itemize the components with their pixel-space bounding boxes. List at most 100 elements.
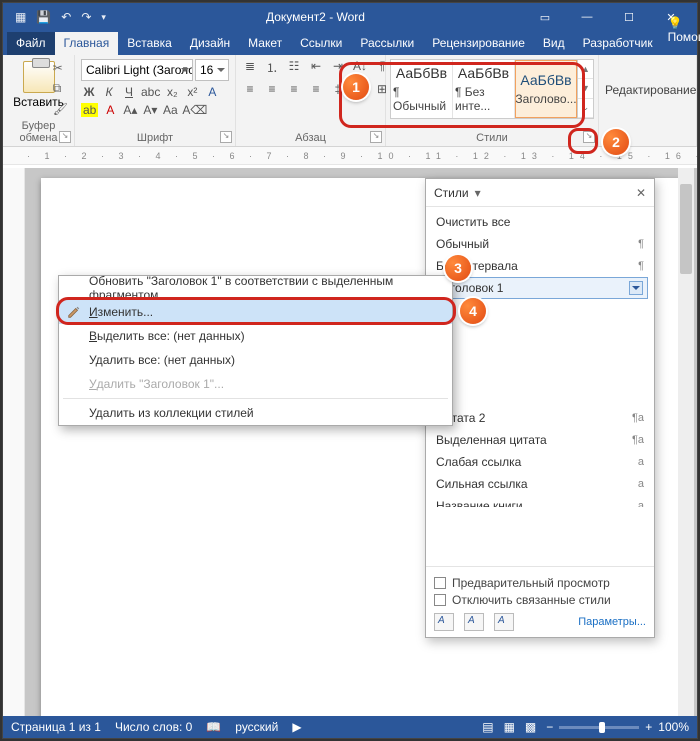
- save-icon[interactable]: 💾: [36, 10, 51, 24]
- preview-checkbox[interactable]: Предварительный просмотр: [434, 576, 646, 590]
- tab-insert[interactable]: Вставка: [118, 32, 181, 55]
- pane-options-icon[interactable]: ▾: [475, 186, 481, 200]
- maximize-icon[interactable]: ☐: [609, 3, 649, 31]
- minimize-icon[interactable]: —: [567, 3, 607, 31]
- align-right-button[interactable]: ≡: [286, 82, 302, 96]
- font-name-combo[interactable]: Calibri Light (Заголо: [81, 59, 193, 81]
- paragraph-dialog-launcher[interactable]: ↘: [370, 131, 382, 143]
- align-left-button[interactable]: ≡: [242, 82, 258, 96]
- ribbon-options-icon[interactable]: ▭: [525, 3, 565, 31]
- undo-icon[interactable]: ↶: [61, 10, 71, 24]
- tab-file[interactable]: Файл: [7, 32, 55, 55]
- font-size-combo[interactable]: 16: [195, 59, 229, 81]
- multilevel-button[interactable]: ☷: [286, 59, 302, 76]
- pane-close-icon[interactable]: ✕: [636, 186, 646, 200]
- zoom-slider[interactable]: [559, 726, 639, 729]
- tab-references[interactable]: Ссылки: [291, 32, 351, 55]
- cut-icon[interactable]: ✂: [53, 61, 68, 75]
- style-tile-heading1[interactable]: АаБбВв Заголово...: [515, 60, 577, 118]
- decrease-indent-button[interactable]: ⇤: [308, 59, 324, 76]
- vertical-ruler[interactable]: [3, 168, 25, 716]
- tab-view[interactable]: Вид: [534, 32, 574, 55]
- vertical-scrollbar[interactable]: [678, 168, 694, 716]
- highlight-button[interactable]: ab: [81, 103, 98, 117]
- redo-icon[interactable]: ↷: [81, 10, 91, 24]
- increase-indent-button[interactable]: ⇥: [330, 59, 346, 76]
- new-style-icon[interactable]: [434, 613, 454, 631]
- subscript-button[interactable]: x₂: [164, 85, 180, 99]
- tab-layout[interactable]: Макет: [239, 32, 291, 55]
- numbering-button[interactable]: ⒈: [264, 59, 280, 76]
- style-list-item[interactable]: Выделенная цитата¶a: [426, 429, 654, 451]
- styles-dialog-launcher[interactable]: ↘: [583, 131, 595, 143]
- context-menu-item[interactable]: Выделить все: (нет данных): [59, 324, 452, 348]
- scroll-thumb[interactable]: [680, 184, 692, 274]
- underline-button[interactable]: Ч: [121, 85, 137, 99]
- context-menu-item[interactable]: Удалить все: (нет данных): [59, 348, 452, 372]
- disable-linked-checkbox[interactable]: Отключить связанные стили: [434, 593, 646, 607]
- style-list-item[interactable]: Сильная ссылкаa: [426, 473, 654, 495]
- gallery-down-icon[interactable]: ▼: [578, 79, 593, 98]
- shrink-font-button[interactable]: A▾: [142, 103, 158, 117]
- editing-label[interactable]: Редактирование: [605, 83, 690, 97]
- clipboard-dialog-launcher[interactable]: ↘: [59, 131, 71, 143]
- status-spellcheck-icon[interactable]: 📖: [206, 720, 221, 734]
- tab-review[interactable]: Рецензирование: [423, 32, 534, 55]
- align-center-button[interactable]: ≡: [264, 82, 280, 96]
- bullets-button[interactable]: ≣: [242, 59, 258, 76]
- copy-icon[interactable]: ⧉: [53, 81, 68, 96]
- qat-more-icon[interactable]: ▾: [101, 12, 106, 23]
- font-color-button[interactable]: A: [102, 103, 118, 117]
- context-menu-item[interactable]: Изменить...: [59, 300, 452, 324]
- zoom-value[interactable]: 100%: [658, 720, 689, 734]
- style-inspector-icon[interactable]: [464, 613, 484, 631]
- context-menu-item[interactable]: Обновить "Заголовок 1" в соответствии с …: [59, 276, 452, 300]
- style-list-item[interactable]: Очистить все: [426, 211, 654, 233]
- view-read-icon[interactable]: ▤: [482, 720, 493, 734]
- ribbon-tabs: Файл Главная Вставка Дизайн Макет Ссылки…: [3, 31, 697, 55]
- styles-gallery-scroll: ▲ ▼ ⌄: [577, 60, 593, 118]
- grow-font-button[interactable]: A▴: [122, 103, 138, 117]
- status-macro-icon[interactable]: ▶: [292, 720, 301, 734]
- tab-home[interactable]: Главная: [55, 32, 119, 55]
- context-menu-item[interactable]: Удалить из коллекции стилей: [59, 401, 452, 425]
- strike-button[interactable]: abc: [141, 85, 160, 99]
- zoom-in-icon[interactable]: +: [645, 720, 652, 734]
- zoom-out-icon[interactable]: −: [546, 720, 553, 734]
- style-list-item[interactable]: Слабая ссылкаa: [426, 451, 654, 473]
- style-list-item[interactable]: Название книгиa: [426, 495, 654, 507]
- change-case-button[interactable]: Aa: [162, 103, 178, 117]
- style-list-item[interactable]: Заголовок 1: [432, 277, 648, 299]
- horizontal-ruler[interactable]: · 1 · 2 · 3 · 4 · 5 · 6 · 7 · 8 · 9 · 10…: [3, 147, 697, 165]
- status-word-count[interactable]: Число слов: 0: [115, 720, 192, 734]
- text-effect-button[interactable]: A: [204, 85, 220, 99]
- zoom-control[interactable]: − + 100%: [546, 720, 689, 734]
- superscript-button[interactable]: x²: [184, 85, 200, 99]
- tab-design[interactable]: Дизайн: [181, 32, 239, 55]
- style-tile-no-spacing[interactable]: АаБбВв ¶ Без инте...: [453, 60, 515, 118]
- view-web-icon[interactable]: ▩: [525, 720, 536, 734]
- style-tile-normal[interactable]: АаБбВв ¶ Обычный: [391, 60, 453, 118]
- tab-developer[interactable]: Разработчик: [574, 32, 662, 55]
- status-page[interactable]: Страница 1 из 1: [11, 720, 101, 734]
- manage-styles-icon[interactable]: [494, 613, 514, 631]
- style-list-item[interactable]: Цитата 2¶a: [426, 407, 654, 429]
- tell-me[interactable]: 💡 Помощ: [668, 16, 700, 44]
- style-list-item[interactable]: Обычный¶: [426, 233, 654, 255]
- format-painter-icon[interactable]: 🖌: [53, 102, 68, 116]
- justify-button[interactable]: ≡: [308, 82, 324, 96]
- clear-format-button[interactable]: A⌫: [182, 103, 207, 117]
- styles-options-link[interactable]: Параметры...: [578, 616, 646, 628]
- styles-gallery: АаБбВв ¶ Обычный АаБбВв ¶ Без инте... Аа…: [390, 59, 594, 119]
- font-dialog-launcher[interactable]: ↘: [220, 131, 232, 143]
- style-dropdown-icon[interactable]: [629, 281, 643, 295]
- italic-button[interactable]: К: [101, 85, 117, 99]
- gallery-up-icon[interactable]: ▲: [578, 60, 593, 79]
- tab-mailings[interactable]: Рассылки: [351, 32, 423, 55]
- view-print-icon[interactable]: ▦: [504, 720, 515, 734]
- bold-button[interactable]: Ж: [81, 85, 97, 99]
- status-language[interactable]: русский: [235, 720, 278, 734]
- status-bar: Страница 1 из 1 Число слов: 0 📖 русский …: [3, 716, 697, 738]
- gallery-more-icon[interactable]: ⌄: [578, 99, 593, 118]
- modify-icon: [67, 305, 81, 319]
